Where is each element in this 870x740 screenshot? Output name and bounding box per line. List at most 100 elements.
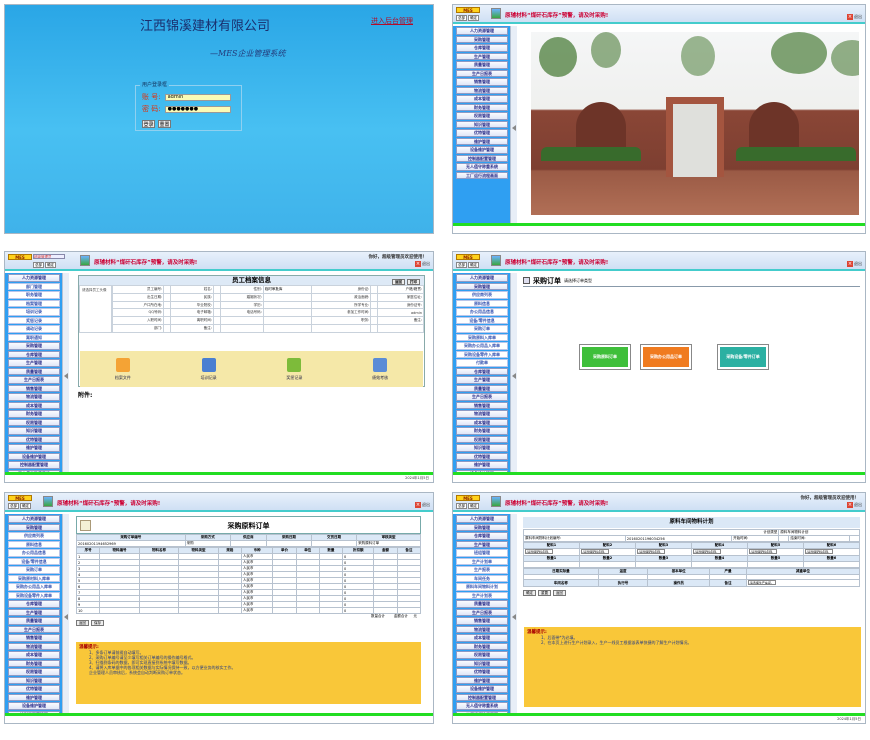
save-button[interactable]: 保存 [91,620,104,626]
sidebar-item[interactable]: 生产计划单 [456,557,508,565]
sidebar-item[interactable]: 采购原料入库单 [456,333,508,341]
sidebar-item[interactable]: 奖惩记录 [8,316,60,324]
field-value[interactable] [212,292,222,302]
sidebar-item[interactable]: 生产管理 [8,359,60,367]
sidebar-item[interactable]: 知识管理 [8,676,60,684]
table-cell[interactable] [272,607,297,614]
sidebar-item[interactable]: 采购设备零件入库单 [8,591,60,599]
sidebar-item[interactable]: 设备维护管理 [456,685,508,693]
exit-button[interactable]: × 退出 [415,502,430,508]
sidebar-item[interactable]: 控制器配置管理 [456,693,508,701]
exit-button[interactable]: × 退出 [415,261,430,267]
sidebar-item[interactable]: 采购管理 [456,523,508,531]
field-value[interactable] [370,316,379,326]
confirm-button[interactable]: 确定 [468,503,479,509]
sidebar-item[interactable]: 生产报表 [456,566,508,574]
table-cell[interactable] [99,607,140,614]
field-value[interactable] [370,300,379,310]
field-value[interactable] [212,324,222,333]
sidebar-item[interactable]: 采购管理 [456,35,508,43]
sidebar-item[interactable]: 控制器配置管理 [456,154,508,162]
mix-select[interactable]: -请选择配料名称- [749,549,777,554]
sidebar-item[interactable]: 生产管理 [456,52,508,60]
backend-link[interactable]: 进入后台管理 [371,16,413,26]
field-value[interactable] [262,308,313,318]
header-value[interactable] [265,540,312,547]
field-value[interactable] [262,324,313,333]
table-cell[interactable] [295,607,320,614]
sidebar-item[interactable]: 优特管理 [456,668,508,676]
sidebar-item[interactable]: 维护管理 [8,444,60,452]
sidebar-item[interactable]: 权限管理 [456,435,508,443]
sidebar-item[interactable]: 权限管理 [456,112,508,120]
sidebar-item[interactable]: 设备维护管理 [456,146,508,154]
print-button[interactable]: 打印 [407,279,420,285]
confirm-button[interactable]: 确定 [20,503,31,509]
sidebar-item[interactable]: 采购订单 [8,566,60,574]
sidebar-item[interactable]: 物流管理 [456,410,508,418]
mix-select[interactable]: -请选择配料名称- [805,549,833,554]
field-value[interactable] [163,285,172,294]
confirm-button[interactable]: 确定 [468,262,479,268]
tool-3[interactable]: 奖惩记录 [286,357,302,381]
sidebar-item[interactable]: 生产管理 [8,608,60,616]
sidebar-item[interactable]: 人力资源管理 [456,515,508,523]
field-value[interactable] [212,308,222,318]
header-value[interactable]: 采购原料订单 [356,540,421,547]
sidebar-item[interactable]: 职务管理 [8,291,60,299]
sidebar-item[interactable]: 办公用品信息 [8,549,60,557]
sidebar-item[interactable]: 付款单 [456,359,508,367]
sidebar-item[interactable]: 采购办公用品入库单 [456,342,508,350]
back-button[interactable]: 返回 [76,620,89,626]
password-input[interactable] [164,105,231,113]
sidebar-item[interactable]: 仓库管理 [456,44,508,52]
sidebar-item[interactable]: 原料车间物料计划 [456,583,508,591]
sidebar-item[interactable]: 维护管理 [8,693,60,701]
sidebar-item[interactable]: 权限管理 [456,651,508,659]
field-value[interactable] [163,316,172,326]
sidebar-item[interactable]: 人力资源管理 [456,27,508,35]
sidebar-item[interactable]: 仓库管理 [8,600,60,608]
sidebar-item[interactable]: 人力资源管理 [456,274,508,282]
sidebar-item[interactable]: 车间任务 [456,574,508,582]
start-input[interactable] [778,535,790,542]
site-select[interactable]: 总部 [456,503,467,509]
sidebar-item[interactable]: 控制器配置管理 [8,461,60,469]
plan-button[interactable]: 重置 [538,590,551,596]
sidebar-item[interactable]: 设备维护管理 [8,702,60,710]
tool-1[interactable]: 档案文件 [115,357,131,381]
username-input[interactable] [164,93,231,101]
sidebar-toggle[interactable] [510,514,517,713]
sidebar-item[interactable]: 质量管理 [456,61,508,69]
confirm-button[interactable]: 确定 [45,262,56,268]
sidebar-item[interactable]: 质量管理 [8,617,60,625]
sidebar-item[interactable]: 生产日报表 [8,376,60,384]
field-value[interactable] [370,308,379,318]
table-cell[interactable]: 0 [342,607,375,614]
sidebar-item[interactable]: 维护管理 [456,461,508,469]
sidebar-item[interactable]: 工厂运行流程画面 [456,171,508,179]
sidebar-item[interactable]: 仓库管理 [456,532,508,540]
qty-input[interactable] [803,561,860,568]
sidebar-item[interactable]: 知识管理 [456,659,508,667]
sidebar-item[interactable]: 权限管理 [8,418,60,426]
field-value[interactable] [163,324,172,333]
sidebar-item[interactable]: 设备/零件信息 [8,557,60,565]
table-cell[interactable] [217,607,242,614]
sidebar-item[interactable]: 生产管理 [456,376,508,384]
sidebar-item[interactable]: 仓库管理 [456,367,508,375]
field-value[interactable] [370,324,379,333]
sidebar-item[interactable]: 人力资源管理 [8,274,60,282]
site-select[interactable]: 总部 [456,15,467,21]
field-value[interactable] [163,300,172,310]
sidebar-item[interactable]: 优特管理 [456,129,508,137]
back-button[interactable]: 返回 [392,279,405,285]
qty-input[interactable] [579,561,636,568]
sidebar-item[interactable]: 培训记录 [8,308,60,316]
qty-input[interactable] [635,561,692,568]
qty-input[interactable] [691,561,748,568]
mix-select[interactable]: -请选择配料名称- [581,549,609,554]
table-cell[interactable] [373,607,398,614]
sidebar-item[interactable]: 采购管理 [8,523,60,531]
device-order-button[interactable]: 采购设备/零件订单 [718,345,768,369]
